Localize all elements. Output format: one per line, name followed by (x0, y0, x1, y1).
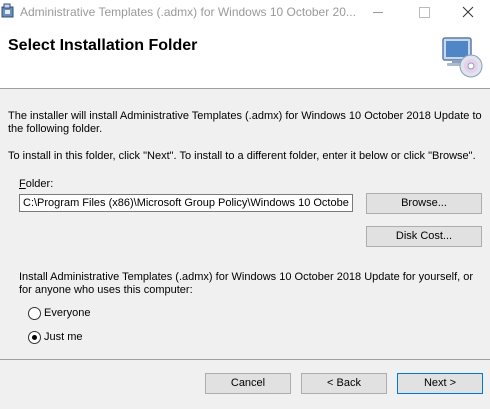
close-icon[interactable] (446, 0, 490, 24)
intro-text: The installer will install Administrativ… (8, 110, 482, 135)
maximize-icon[interactable] (402, 0, 446, 24)
computer-cd-icon (442, 37, 483, 78)
folder-label-text: older: (25, 178, 54, 190)
instruction-text: To install in this folder, click "Next".… (8, 150, 476, 162)
back-button[interactable]: < Back (301, 373, 387, 394)
folder-label-accelerator: F (19, 178, 26, 190)
header-banner: Select Installation Folder (0, 24, 490, 89)
radio-button[interactable] (28, 307, 41, 320)
radio-button-selected[interactable] (28, 331, 41, 344)
page-title: Select Installation Folder (8, 37, 198, 54)
minimize-icon[interactable] (356, 0, 400, 24)
radio-label-just-me: Just me (44, 331, 83, 343)
cancel-button[interactable]: Cancel (205, 373, 291, 394)
folder-label: Folder: (19, 178, 53, 190)
installer-package-icon (1, 3, 14, 18)
radio-selected-dot (32, 335, 37, 340)
window-title: Administrative Templates (.admx) for Win… (20, 5, 356, 19)
browse-button[interactable]: Browse... (366, 193, 482, 214)
radio-label-everyone: Everyone (44, 307, 91, 319)
footer-divider (0, 359, 490, 360)
folder-path-input[interactable] (19, 194, 353, 212)
next-button[interactable]: Next > (397, 373, 483, 394)
title-bar: Administrative Templates (.admx) for Win… (0, 0, 490, 24)
install-scope-prompt: Install Administrative Templates (.admx)… (19, 271, 474, 296)
disk-cost-button[interactable]: Disk Cost... (366, 226, 482, 247)
